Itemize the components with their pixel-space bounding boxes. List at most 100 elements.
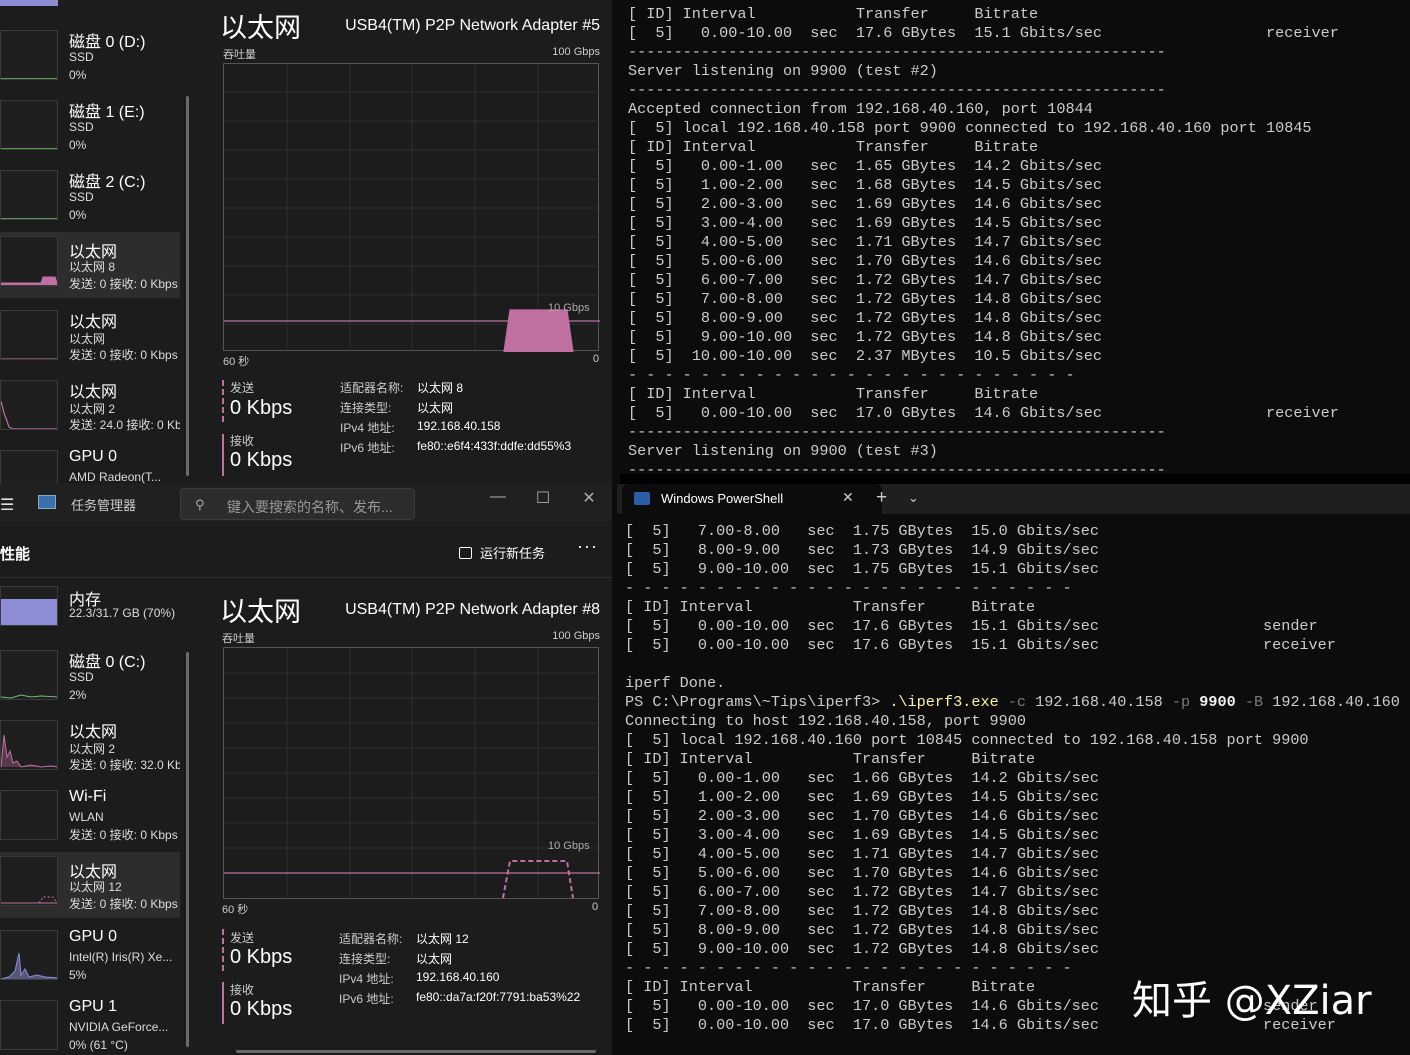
sidebar-item-sub: 以太网 8 — [69, 260, 116, 274]
tab-title: Windows PowerShell — [661, 491, 784, 506]
ref-scale-label: 10 Gbps — [548, 302, 590, 314]
sidebar-item-label: 以太网 — [69, 314, 118, 331]
prop-key: IPv4 地址: — [339, 972, 394, 986]
ethernet-thumb-graph — [0, 310, 58, 360]
gpu-thumb-graph — [0, 450, 58, 484]
prop-key: IPv6 地址: — [340, 441, 395, 455]
page-title: 以太网 — [220, 13, 301, 43]
command-arg: 9900 — [1199, 693, 1236, 711]
send-label: 发送 — [230, 931, 255, 945]
sidebar-item-stat: 0% — [69, 208, 87, 222]
sidebar-item-gpu1[interactable]: GPU 1 NVIDIA GeForce... 0% (61 °C) — [0, 996, 180, 1055]
task-manager-window-bottom: ☰ 任务管理器 ⚲ 键入要搜索的名称、发布... — ☐ ✕ 性能 运行新任务 … — [0, 484, 612, 1055]
sidebar-item-label: 磁盘 2 (C:) — [69, 174, 146, 191]
tab-close-button[interactable]: ✕ — [842, 489, 854, 506]
recv-label: 接收 — [230, 434, 255, 448]
title-bar: ☰ 任务管理器 ⚲ 键入要搜索的名称、发布... — ☐ ✕ — [0, 484, 612, 522]
throughput-graph — [223, 647, 600, 900]
app-title: 任务管理器 — [71, 498, 137, 513]
prop-key: IPv6 地址: — [339, 992, 394, 1006]
page-title: 以太网 — [220, 597, 301, 627]
run-new-task-label: 运行新任务 — [480, 546, 546, 561]
terminal-output: [ ID] Interval Transfer Bitrate [ 5] 0.0… — [628, 5, 1339, 474]
sidebar-item-sub: AMD Radeon(T... — [69, 470, 162, 484]
sidebar-item-stat: 发送: 0 接收: 0 Kbps — [69, 277, 178, 291]
minimize-button[interactable]: — — [483, 488, 513, 506]
sidebar-item-ethernet2[interactable]: 以太网 以太网 2 发送: 0 接收: 32.0 Kbps — [0, 716, 180, 782]
maximize-button[interactable]: ☐ — [528, 488, 558, 508]
sidebar-item-sub: SSD — [69, 50, 94, 64]
command-exe: .\iperf3.exe — [889, 693, 999, 711]
sidebar-item-sub: Intel(R) Iris(R) Xe... — [69, 950, 173, 964]
hamburger-icon[interactable]: ☰ — [0, 495, 14, 515]
prop-value: 以太网 12 — [416, 932, 469, 946]
sidebar-item-stat: 发送: 24.0 接收: 0 Kbps — [69, 418, 180, 432]
throughput-graph-svg — [224, 648, 600, 900]
prop-value: fe80::da7a:f20f:7791:ba53%22 — [416, 990, 581, 1004]
memory-thumb-graph — [0, 586, 58, 626]
recv-legend-bar — [222, 982, 224, 1024]
prop-value: 192.168.40.158 — [417, 419, 501, 433]
sidebar-item-label: GPU 0 — [69, 928, 118, 945]
sidebar-item-ethernet8[interactable]: 以太网 以太网 8 发送: 0 接收: 0 Kbps — [0, 232, 180, 298]
sidebar-item-sub: 以太网 — [69, 332, 106, 346]
sidebar-item-gpu0[interactable]: GPU 0 Intel(R) Iris(R) Xe... 5% — [0, 926, 180, 992]
sidebar-item-stat: 发送: 0 接收: 0 Kbps — [69, 897, 178, 911]
sidebar-item-gpu0[interactable]: GPU 0 AMD Radeon(T... — [0, 446, 180, 484]
new-tab-button[interactable]: + — [876, 487, 887, 509]
adapter-name: USB4(TM) P2P Network Adapter #5 — [345, 17, 600, 34]
sidebar-item-disk0[interactable]: 磁盘 0 (C:) SSD 2% — [0, 646, 180, 712]
chevron-down-icon[interactable]: ⌄ — [908, 490, 919, 506]
run-task-icon — [459, 547, 472, 559]
max-scale-label: 100 Gbps — [552, 630, 600, 642]
run-new-task-button[interactable]: 运行新任务 — [459, 543, 545, 562]
prompt: PS C:\Programs\~Tips\iperf3> — [625, 693, 890, 711]
sidebar-item-sub: NVIDIA GeForce... — [69, 1020, 169, 1034]
server-terminal[interactable]: [ ID] Interval Transfer Bitrate [ 5] 0.0… — [620, 0, 1410, 474]
sidebar-item-sub: 以太网 2 — [69, 742, 116, 756]
more-options-button[interactable]: ··· — [577, 536, 598, 557]
recv-value: 0 Kbps — [230, 998, 293, 1020]
prop-value: 以太网 8 — [417, 381, 464, 395]
ethernet-detail-panel: 以太网 USB4(TM) P2P Network Adapter #5 吞吐量 … — [188, 0, 612, 484]
send-legend-bar — [222, 380, 224, 422]
search-icon: ⚲ — [195, 497, 205, 512]
sidebar-item-disk0[interactable]: 磁盘 0 (D:) SSD 0% — [0, 26, 180, 92]
disk-thumb-graph — [0, 650, 58, 700]
sidebar-item-ethernet2[interactable]: 以太网 以太网 2 发送: 24.0 接收: 0 Kbps — [0, 376, 180, 442]
sidebar-item-sub: SSD — [69, 120, 94, 134]
sidebar-item-stat: 发送: 0 接收: 0 Kbps — [69, 828, 178, 842]
disk-thumb-graph — [0, 30, 58, 80]
max-scale-label: 100 Gbps — [552, 46, 600, 58]
sidebar-item-ethernet12[interactable]: 以太网 以太网 12 发送: 0 接收: 0 Kbps — [0, 852, 180, 918]
sidebar-item-wifi[interactable]: Wi-Fi WLAN 发送: 0 接收: 0 Kbps — [0, 786, 180, 852]
zero-label: 0 — [592, 901, 599, 913]
gpu-thumb-graph — [0, 1000, 58, 1050]
command-flag: -c — [1007, 693, 1027, 711]
sidebar-item-label: 磁盘 0 (C:) — [69, 654, 146, 671]
close-button[interactable]: ✕ — [574, 488, 604, 508]
prop-value: 192.168.40.160 — [416, 970, 500, 984]
sidebar-item-sub: SSD — [69, 670, 94, 684]
wifi-thumb-graph — [0, 790, 58, 840]
sidebar-item-memory[interactable]: 内存 22.3/31.7 GB (70%) — [0, 586, 180, 652]
prop-key: 连接类型: — [339, 952, 391, 966]
time-axis-label: 60 秒 — [222, 904, 249, 916]
prop-key: 连接类型: — [340, 401, 392, 415]
sidebar-item-stat: 发送: 0 接收: 32.0 Kbps — [69, 758, 180, 772]
ethernet-thumb-graph — [0, 236, 58, 286]
search-placeholder: 键入要搜索的名称、发布... — [227, 499, 393, 515]
sidebar-item-disk1[interactable]: 磁盘 1 (E:) SSD 0% — [0, 96, 180, 162]
send-value: 0 Kbps — [230, 946, 293, 968]
disk-thumb-graph — [0, 170, 58, 220]
terminal-output: [ 5] 7.00-8.00 sec 1.75 GBytes 15.0 Gbit… — [625, 522, 1400, 1035]
prop-value: fe80::e6f4:433f:ddfe:dd55%3 — [417, 439, 572, 453]
prop-key: IPv4 地址: — [340, 421, 395, 435]
command-arg: 192.168.40.158 — [1035, 693, 1163, 711]
sidebar-item-ethernet[interactable]: 以太网 以太网 发送: 0 接收: 0 Kbps — [0, 306, 180, 372]
search-input[interactable]: ⚲ 键入要搜索的名称、发布... — [180, 488, 415, 520]
throughput-graph-svg — [224, 64, 600, 352]
recv-label: 接收 — [230, 983, 255, 997]
tab-powershell[interactable]: Windows PowerShell ✕ — [622, 484, 882, 514]
sidebar-item-disk2[interactable]: 磁盘 2 (C:) SSD 0% — [0, 166, 180, 232]
